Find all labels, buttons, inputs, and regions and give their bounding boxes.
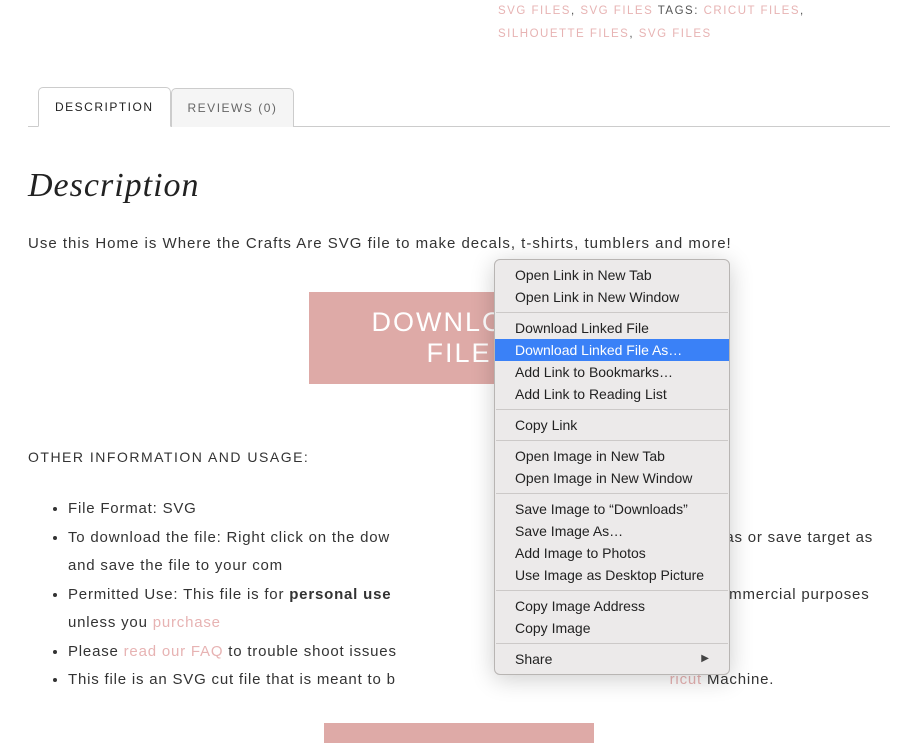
- submenu-arrow-icon: ▶: [701, 650, 709, 668]
- product-meta: SVG FILES, SVG FILES TAGS: CRICUT FILES,…: [28, 0, 890, 46]
- tag-link-2[interactable]: SILHOUETTE FILES: [498, 28, 629, 40]
- info-list: File Format: SVG To download the file: R…: [28, 495, 890, 695]
- ctx-open-image-new-tab[interactable]: Open Image in New Tab: [495, 445, 729, 467]
- text-fragment: To download the file: Right click on the…: [68, 529, 390, 546]
- bottom-button-partial[interactable]: [324, 723, 594, 743]
- text-fragment: Please: [68, 643, 124, 660]
- ctx-copy-image[interactable]: Copy Image: [495, 617, 729, 639]
- meta-sep: ,: [629, 28, 638, 40]
- ctx-separator: [496, 590, 728, 591]
- text-fragment: Permitted Use: This file is for: [68, 586, 289, 603]
- ctx-share-label: Share: [515, 650, 552, 668]
- ctx-add-link-reading-list[interactable]: Add Link to Reading List: [495, 383, 729, 405]
- tab-description[interactable]: DESCRIPTION: [38, 87, 171, 127]
- ctx-separator: [496, 493, 728, 494]
- list-item: Permitted Use: This file is for personal…: [68, 581, 890, 638]
- ctx-copy-link[interactable]: Copy Link: [495, 414, 729, 436]
- category-link-2[interactable]: SVG FILES: [580, 5, 653, 17]
- ctx-download-linked-file-as[interactable]: Download Linked File As…: [495, 339, 729, 361]
- text-fragment: to trouble shoot issues: [223, 643, 396, 660]
- ctx-save-image-downloads[interactable]: Save Image to “Downloads”: [495, 498, 729, 520]
- description-heading: Description: [28, 167, 890, 205]
- ctx-download-linked-file[interactable]: Download Linked File: [495, 317, 729, 339]
- ctx-separator: [496, 312, 728, 313]
- ctx-open-link-new-window[interactable]: Open Link in New Window: [495, 286, 729, 308]
- ctx-open-image-new-window[interactable]: Open Image in New Window: [495, 467, 729, 489]
- tags-label: TAGS:: [653, 5, 703, 17]
- ctx-add-image-photos[interactable]: Add Image to Photos: [495, 542, 729, 564]
- context-menu: Open Link in New Tab Open Link in New Wi…: [494, 259, 730, 675]
- ctx-add-link-bookmarks[interactable]: Add Link to Bookmarks…: [495, 361, 729, 383]
- list-item: Please read our FAQ to trouble shoot iss…: [68, 638, 890, 667]
- tab-reviews[interactable]: REVIEWS (0): [171, 88, 295, 127]
- meta-sep: ,: [571, 5, 580, 17]
- faq-link[interactable]: read our FAQ: [124, 643, 224, 660]
- list-item: File Format: SVG: [68, 495, 890, 524]
- ctx-save-image-as[interactable]: Save Image As…: [495, 520, 729, 542]
- tag-link-1[interactable]: CRICUT FILES: [704, 5, 800, 17]
- text-fragment: This file is an SVG cut file that is mea…: [68, 671, 396, 688]
- ctx-separator: [496, 643, 728, 644]
- ctx-separator: [496, 409, 728, 410]
- meta-sep: ,: [800, 5, 805, 17]
- category-link-1[interactable]: SVG FILES: [498, 5, 571, 17]
- ctx-copy-image-address[interactable]: Copy Image Address: [495, 595, 729, 617]
- tab-content-description: Description Use this Home is Where the C…: [28, 127, 890, 743]
- ctx-open-link-new-tab[interactable]: Open Link in New Tab: [495, 264, 729, 286]
- purchase-link[interactable]: purchase: [153, 614, 221, 631]
- tabs-bar: DESCRIPTION REVIEWS (0): [28, 86, 890, 127]
- list-item: This file is an SVG cut file that is mea…: [68, 666, 890, 695]
- intro-text: Use this Home is Where the Crafts Are SV…: [28, 235, 890, 252]
- list-item: To download the file: Right click on the…: [68, 524, 890, 581]
- ctx-separator: [496, 440, 728, 441]
- section-heading: OTHER INFORMATION AND USAGE:: [28, 449, 890, 465]
- ctx-share[interactable]: Share ▶: [495, 648, 729, 670]
- ctx-use-image-desktop[interactable]: Use Image as Desktop Picture: [495, 564, 729, 586]
- tag-link-3[interactable]: SVG FILES: [639, 28, 712, 40]
- bold-text: personal use: [289, 586, 391, 603]
